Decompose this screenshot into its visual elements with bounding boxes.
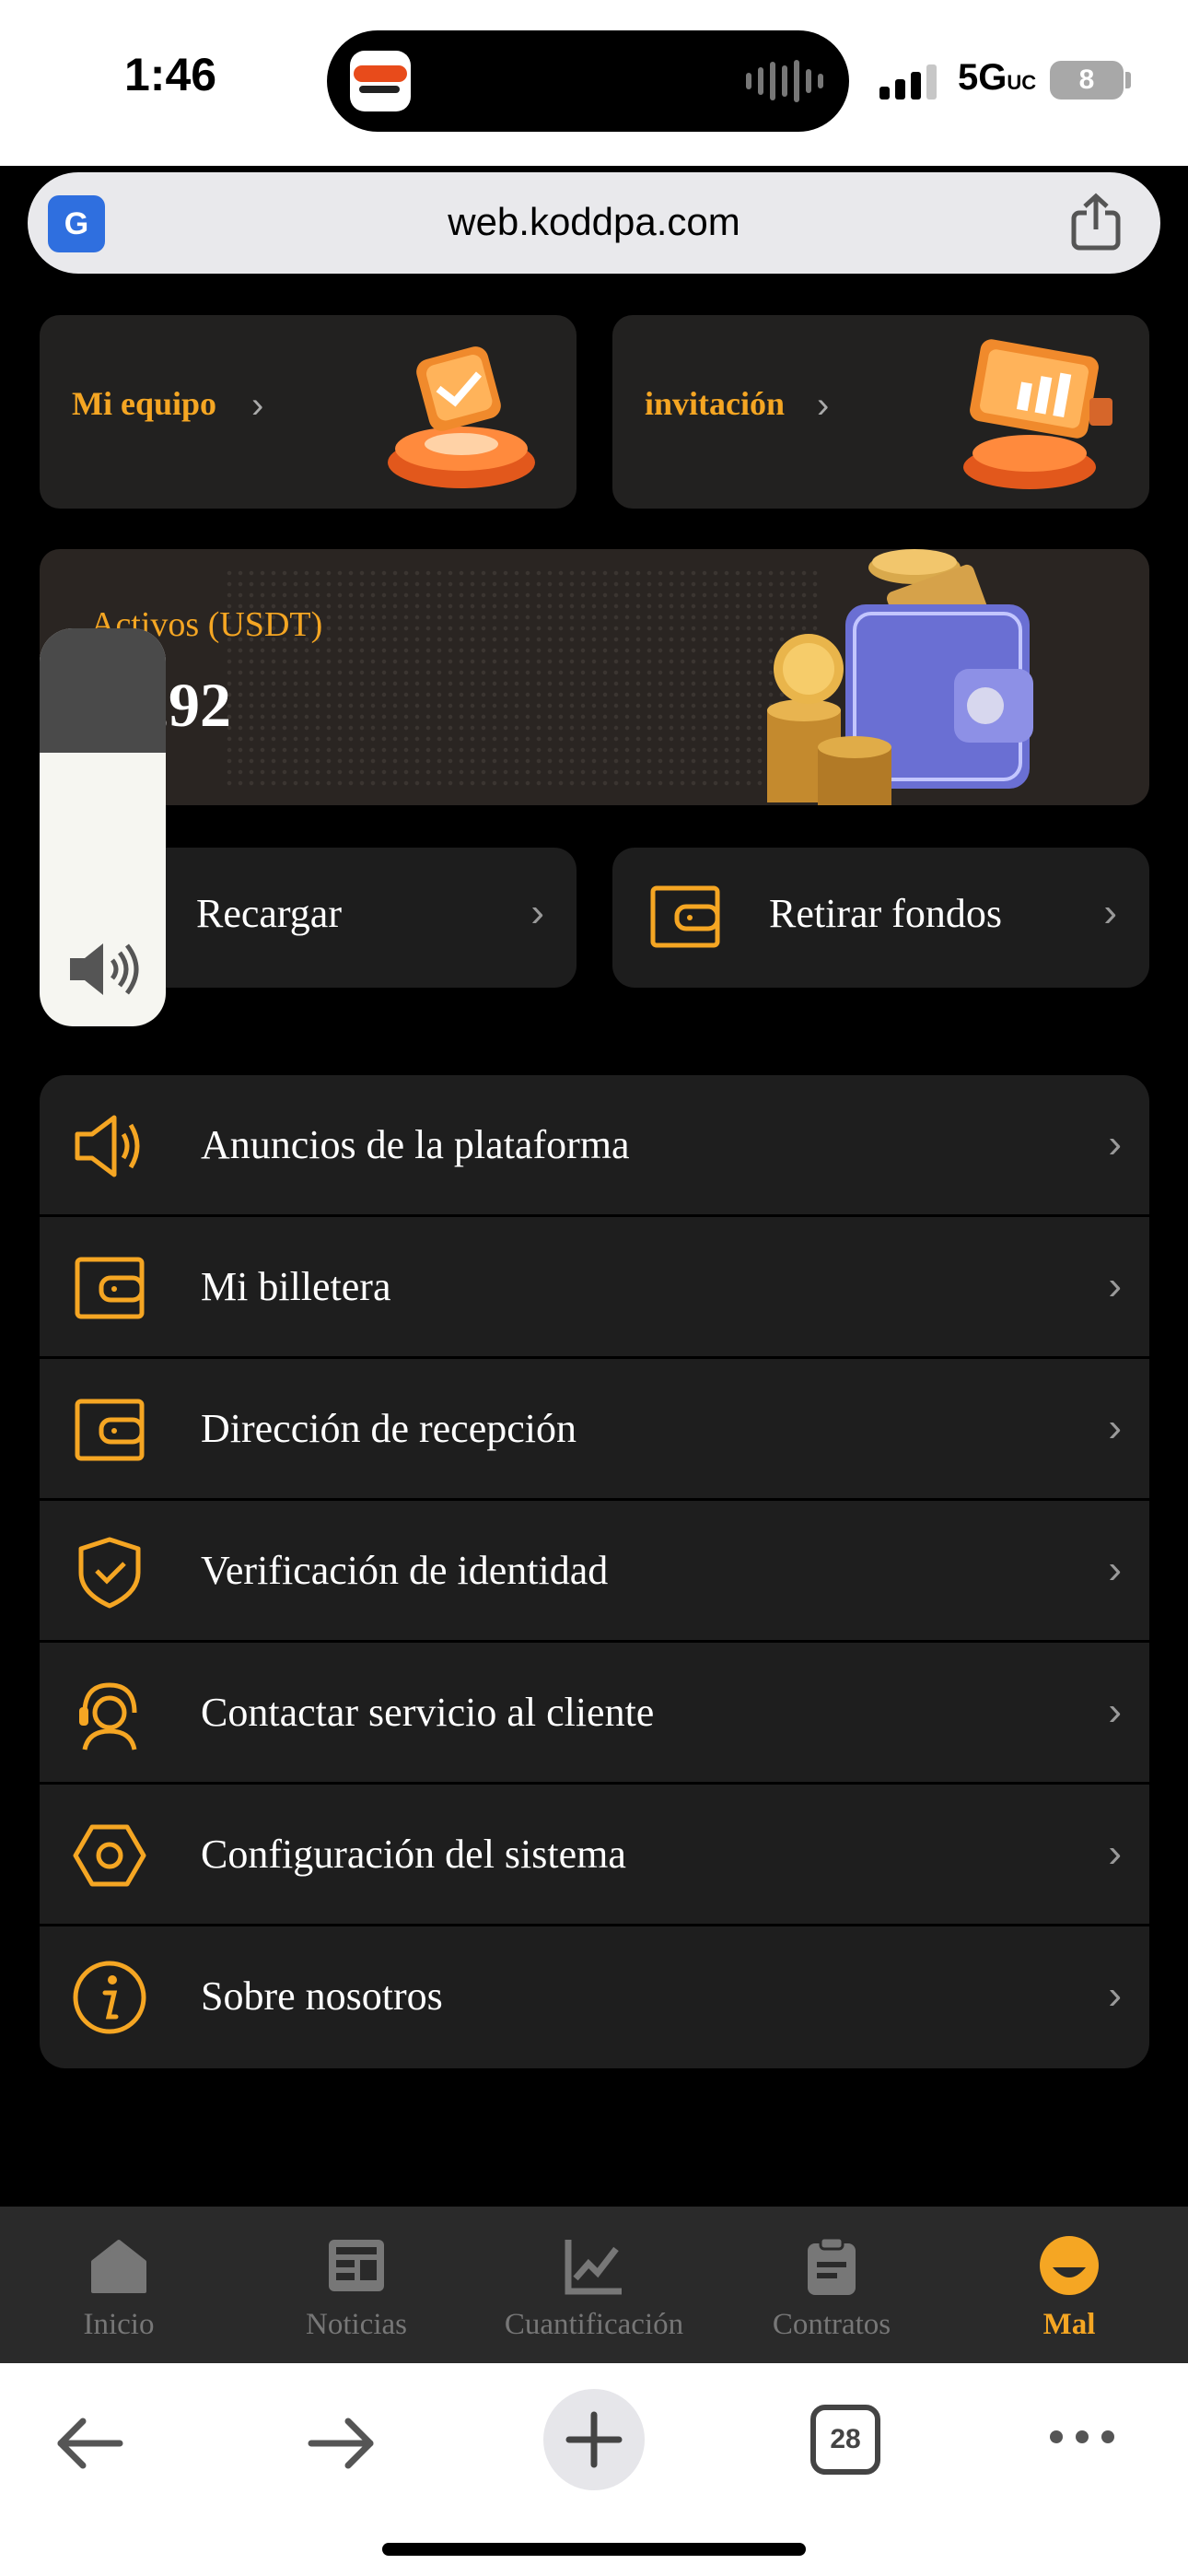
chevron-right-icon: › bbox=[1108, 1689, 1122, 1734]
megaphone-icon bbox=[75, 1115, 140, 1177]
recharge-label: Recargar bbox=[196, 891, 342, 936]
menu-item-label: Anuncios de la plataforma bbox=[201, 1122, 630, 1167]
menu-item-customer-service[interactable]: Contactar servicio al cliente › bbox=[40, 1643, 1149, 1785]
status-bar: 1:46 5GUC 8 bbox=[0, 0, 1188, 166]
chevron-right-icon: › bbox=[1108, 1547, 1122, 1592]
chart-icon bbox=[565, 2240, 622, 2295]
battery-tip bbox=[1125, 72, 1131, 88]
chevron-right-icon: › bbox=[1108, 1121, 1122, 1166]
network-type: 5GUC bbox=[958, 57, 1037, 98]
dynamic-island bbox=[327, 30, 849, 132]
invitation-label: invitación bbox=[645, 385, 786, 422]
invitation-card[interactable]: invitación › bbox=[612, 315, 1149, 509]
settings-hexagon-icon bbox=[73, 1824, 146, 1887]
invitation-illustration-icon bbox=[963, 339, 1112, 489]
menu-item-wallet[interactable]: Mi billetera › bbox=[40, 1217, 1149, 1359]
wallet-icon bbox=[650, 885, 720, 948]
share-icon[interactable] bbox=[1068, 193, 1124, 252]
tab-profile[interactable]: Mal bbox=[950, 2207, 1188, 2363]
wallet-icon bbox=[75, 1399, 145, 1461]
team-label: Mi equipo bbox=[72, 385, 217, 422]
tab-home[interactable]: Inicio bbox=[0, 2207, 238, 2363]
wallet-illustration-icon bbox=[767, 549, 1033, 805]
status-time: 1:46 bbox=[124, 49, 217, 100]
menu-item-label: Contactar servicio al cliente bbox=[201, 1690, 655, 1735]
speaker-volume-icon bbox=[70, 943, 139, 995]
menu-item-about-us[interactable]: Sobre nosotros › bbox=[40, 1926, 1149, 2068]
volume-empty-track bbox=[40, 628, 166, 753]
tab-label: Inicio bbox=[83, 2308, 155, 2341]
info-icon bbox=[73, 1961, 146, 2034]
headset-icon bbox=[79, 1682, 137, 1751]
tab-label: Cuantificación bbox=[504, 2308, 684, 2341]
tab-quantification[interactable]: Cuantificación bbox=[475, 2207, 713, 2363]
plus-icon bbox=[565, 2411, 623, 2468]
team-illustration-icon bbox=[388, 346, 535, 488]
profile-icon bbox=[1040, 2236, 1099, 2295]
forward-arrow-icon[interactable] bbox=[304, 2414, 378, 2473]
url-text[interactable]: web.koddpa.com bbox=[28, 200, 1160, 244]
address-bar[interactable]: G web.koddpa.com bbox=[28, 172, 1160, 274]
assets-card: Activos (USDT) 65,92 bbox=[40, 549, 1149, 805]
wallet-icon bbox=[75, 1257, 145, 1319]
world-map-pattern bbox=[224, 568, 822, 789]
withdraw-button[interactable]: Retirar fondos › bbox=[612, 848, 1149, 988]
menu-item-system-settings[interactable]: Configuración del sistema › bbox=[40, 1785, 1149, 1926]
tabs-count-button[interactable]: 28 bbox=[810, 2405, 880, 2475]
chevron-right-icon: › bbox=[251, 385, 264, 426]
menu-item-identity-verification[interactable]: Verificación de identidad › bbox=[40, 1501, 1149, 1643]
tab-label: Contratos bbox=[772, 2308, 891, 2341]
tab-label: Mal bbox=[1042, 2308, 1096, 2341]
withdraw-label: Retirar fondos bbox=[769, 891, 1002, 936]
settings-menu: Anuncios de la plataforma › Mi billetera… bbox=[40, 1075, 1149, 2068]
menu-item-label: Sobre nosotros bbox=[201, 1973, 443, 2019]
volume-indicator bbox=[40, 628, 166, 1026]
team-card[interactable]: Mi equipo › bbox=[40, 315, 577, 509]
chevron-right-icon: › bbox=[1108, 1405, 1122, 1450]
audio-waveform-icon bbox=[746, 60, 823, 102]
tab-news[interactable]: Noticias bbox=[238, 2207, 475, 2363]
clipboard-icon bbox=[808, 2236, 856, 2295]
chevron-right-icon: › bbox=[1108, 1263, 1122, 1308]
tab-label: Noticias bbox=[306, 2308, 407, 2341]
cellular-signal-icon bbox=[879, 63, 937, 100]
home-icon bbox=[91, 2240, 146, 2293]
bottom-tab-bar: Inicio Noticias Cuantificación Contratos bbox=[0, 2207, 1188, 2363]
menu-item-label: Dirección de recepción bbox=[201, 1406, 577, 1451]
menu-item-receiving-address[interactable]: Dirección de recepción › bbox=[40, 1359, 1149, 1501]
chevron-right-icon: › bbox=[530, 890, 544, 935]
chevron-right-icon: › bbox=[1108, 1831, 1122, 1876]
menu-item-announcements[interactable]: Anuncios de la plataforma › bbox=[40, 1075, 1149, 1217]
live-activity-app-icon bbox=[350, 51, 411, 111]
news-icon bbox=[329, 2240, 384, 2291]
more-options-icon[interactable] bbox=[1045, 2418, 1119, 2455]
tab-contracts[interactable]: Contratos bbox=[713, 2207, 950, 2363]
chevron-right-icon: › bbox=[817, 385, 830, 426]
menu-item-label: Verificación de identidad bbox=[201, 1548, 609, 1593]
shield-check-icon bbox=[78, 1537, 141, 1609]
home-indicator bbox=[382, 2543, 806, 2556]
menu-item-label: Configuración del sistema bbox=[201, 1832, 626, 1877]
chevron-right-icon: › bbox=[1108, 1973, 1122, 2018]
chevron-right-icon: › bbox=[1103, 890, 1117, 935]
battery-icon: 8 bbox=[1050, 61, 1124, 100]
new-tab-button[interactable] bbox=[543, 2389, 645, 2490]
back-arrow-icon[interactable] bbox=[53, 2414, 127, 2473]
menu-item-label: Mi billetera bbox=[201, 1264, 391, 1309]
